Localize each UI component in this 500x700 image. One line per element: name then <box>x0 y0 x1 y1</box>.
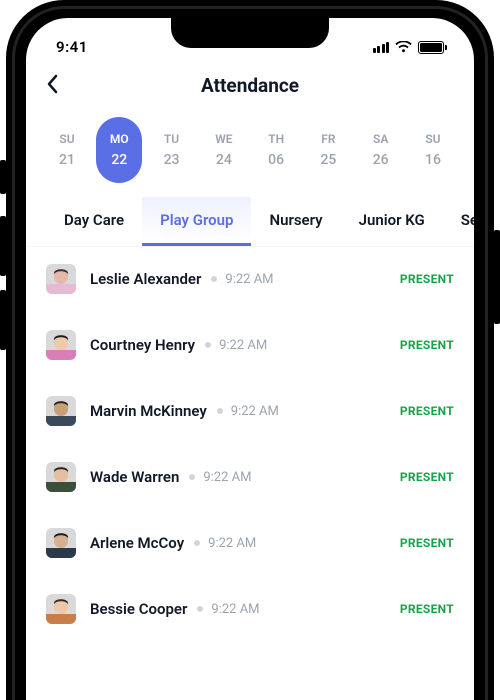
battery-icon <box>418 41 444 54</box>
calendar-dow: MO <box>110 132 129 146</box>
page-title: Attendance <box>46 74 454 97</box>
phone-frame: 9:41 Attendance SU 21 MO 22 TU 23 WE 24 TH 06 FR 25… <box>6 0 494 700</box>
phone-power-button <box>494 230 500 324</box>
calendar-date: 16 <box>425 152 441 168</box>
calendar-date: 25 <box>320 152 336 168</box>
student-row[interactable]: Courtney Henry 9:22 AM PRESENT <box>46 312 454 378</box>
calendar-date: 22 <box>111 152 127 168</box>
calendar-day[interactable]: WE 24 <box>201 117 247 183</box>
student-name: Courtney Henry <box>90 336 195 354</box>
student-name: Bessie Cooper <box>90 600 187 618</box>
calendar-day[interactable]: TH 06 <box>253 117 299 183</box>
attendance-status: PRESENT <box>400 470 454 484</box>
student-name: Leslie Alexander <box>90 270 201 288</box>
separator-dot <box>205 342 211 348</box>
student-row[interactable]: Leslie Alexander 9:22 AM PRESENT <box>46 246 454 312</box>
wifi-icon <box>395 41 412 53</box>
calendar-date: 21 <box>59 152 75 168</box>
separator-dot <box>197 606 203 612</box>
avatar <box>46 264 76 294</box>
calendar-dow: TH <box>268 132 284 146</box>
avatar <box>46 594 76 624</box>
check-in-time: 9:22 AM <box>203 470 251 485</box>
check-in-time: 9:22 AM <box>211 602 259 617</box>
calendar-date: 24 <box>216 152 232 168</box>
check-in-time: 9:22 AM <box>219 338 267 353</box>
student-row[interactable]: Bessie Cooper 9:22 AM PRESENT <box>46 576 454 642</box>
attendance-status: PRESENT <box>400 338 454 352</box>
avatar <box>46 330 76 360</box>
separator-dot <box>217 408 223 414</box>
separator-dot <box>211 276 217 282</box>
avatar <box>46 462 76 492</box>
tab-nursery[interactable]: Nursery <box>251 197 340 246</box>
avatar <box>46 396 76 426</box>
check-in-time: 9:22 AM <box>225 272 273 287</box>
calendar-dow: FR <box>321 132 335 146</box>
calendar-strip[interactable]: SU 21 MO 22 TU 23 WE 24 TH 06 FR 25 SA 26 SU 16 <box>26 111 474 197</box>
calendar-day[interactable]: TU 23 <box>149 117 195 183</box>
separator-dot <box>194 540 200 546</box>
cellular-icon <box>373 42 390 53</box>
calendar-day[interactable]: SU 21 <box>44 117 90 183</box>
header: Attendance <box>26 66 474 111</box>
student-name: Marvin McKinney <box>90 402 207 420</box>
attendance-status: PRESENT <box>400 272 454 286</box>
calendar-dow: WE <box>215 132 232 146</box>
attendance-status: PRESENT <box>400 536 454 550</box>
tab-day-care[interactable]: Day Care <box>46 197 142 246</box>
calendar-day[interactable]: SA 26 <box>358 117 404 183</box>
calendar-day[interactable]: MO 22 <box>96 117 142 183</box>
check-in-time: 9:22 AM <box>208 536 256 551</box>
calendar-date: 06 <box>268 152 284 168</box>
separator-dot <box>189 474 195 480</box>
avatar <box>46 528 76 558</box>
back-button[interactable] <box>46 74 58 98</box>
calendar-dow: SU <box>425 132 440 146</box>
student-row[interactable]: Marvin McKinney 9:22 AM PRESENT <box>46 378 454 444</box>
student-list[interactable]: Leslie Alexander9:22 AMPRESENTCourtney H… <box>26 246 474 642</box>
phone-notch <box>171 14 329 48</box>
tab-sen[interactable]: Sen <box>443 197 474 246</box>
student-name: Arlene McCoy <box>90 534 184 552</box>
calendar-day[interactable]: SU 16 <box>410 117 456 183</box>
student-row[interactable]: Arlene McCoy 9:22 AM PRESENT <box>46 510 454 576</box>
calendar-dow: SU <box>59 132 74 146</box>
tab-junior-kg[interactable]: Junior KG <box>341 197 443 246</box>
student-name: Wade Warren <box>90 468 179 486</box>
check-in-time: 9:22 AM <box>231 404 279 419</box>
calendar-dow: TU <box>164 132 179 146</box>
student-row[interactable]: Wade Warren 9:22 AM PRESENT <box>46 444 454 510</box>
attendance-status: PRESENT <box>400 602 454 616</box>
calendar-date: 26 <box>373 152 389 168</box>
tab-play-group[interactable]: Play Group <box>142 197 251 246</box>
attendance-status: PRESENT <box>400 404 454 418</box>
status-indicators <box>373 41 445 54</box>
status-time: 9:41 <box>56 38 88 56</box>
calendar-date: 23 <box>164 152 180 168</box>
calendar-dow: SA <box>373 132 388 146</box>
phone-screen: 9:41 Attendance SU 21 MO 22 TU 23 WE 24 TH 06 FR 25… <box>26 18 474 700</box>
calendar-day[interactable]: FR 25 <box>305 117 351 183</box>
class-tabs: Day CarePlay GroupNurseryJunior KGSen <box>26 197 474 246</box>
